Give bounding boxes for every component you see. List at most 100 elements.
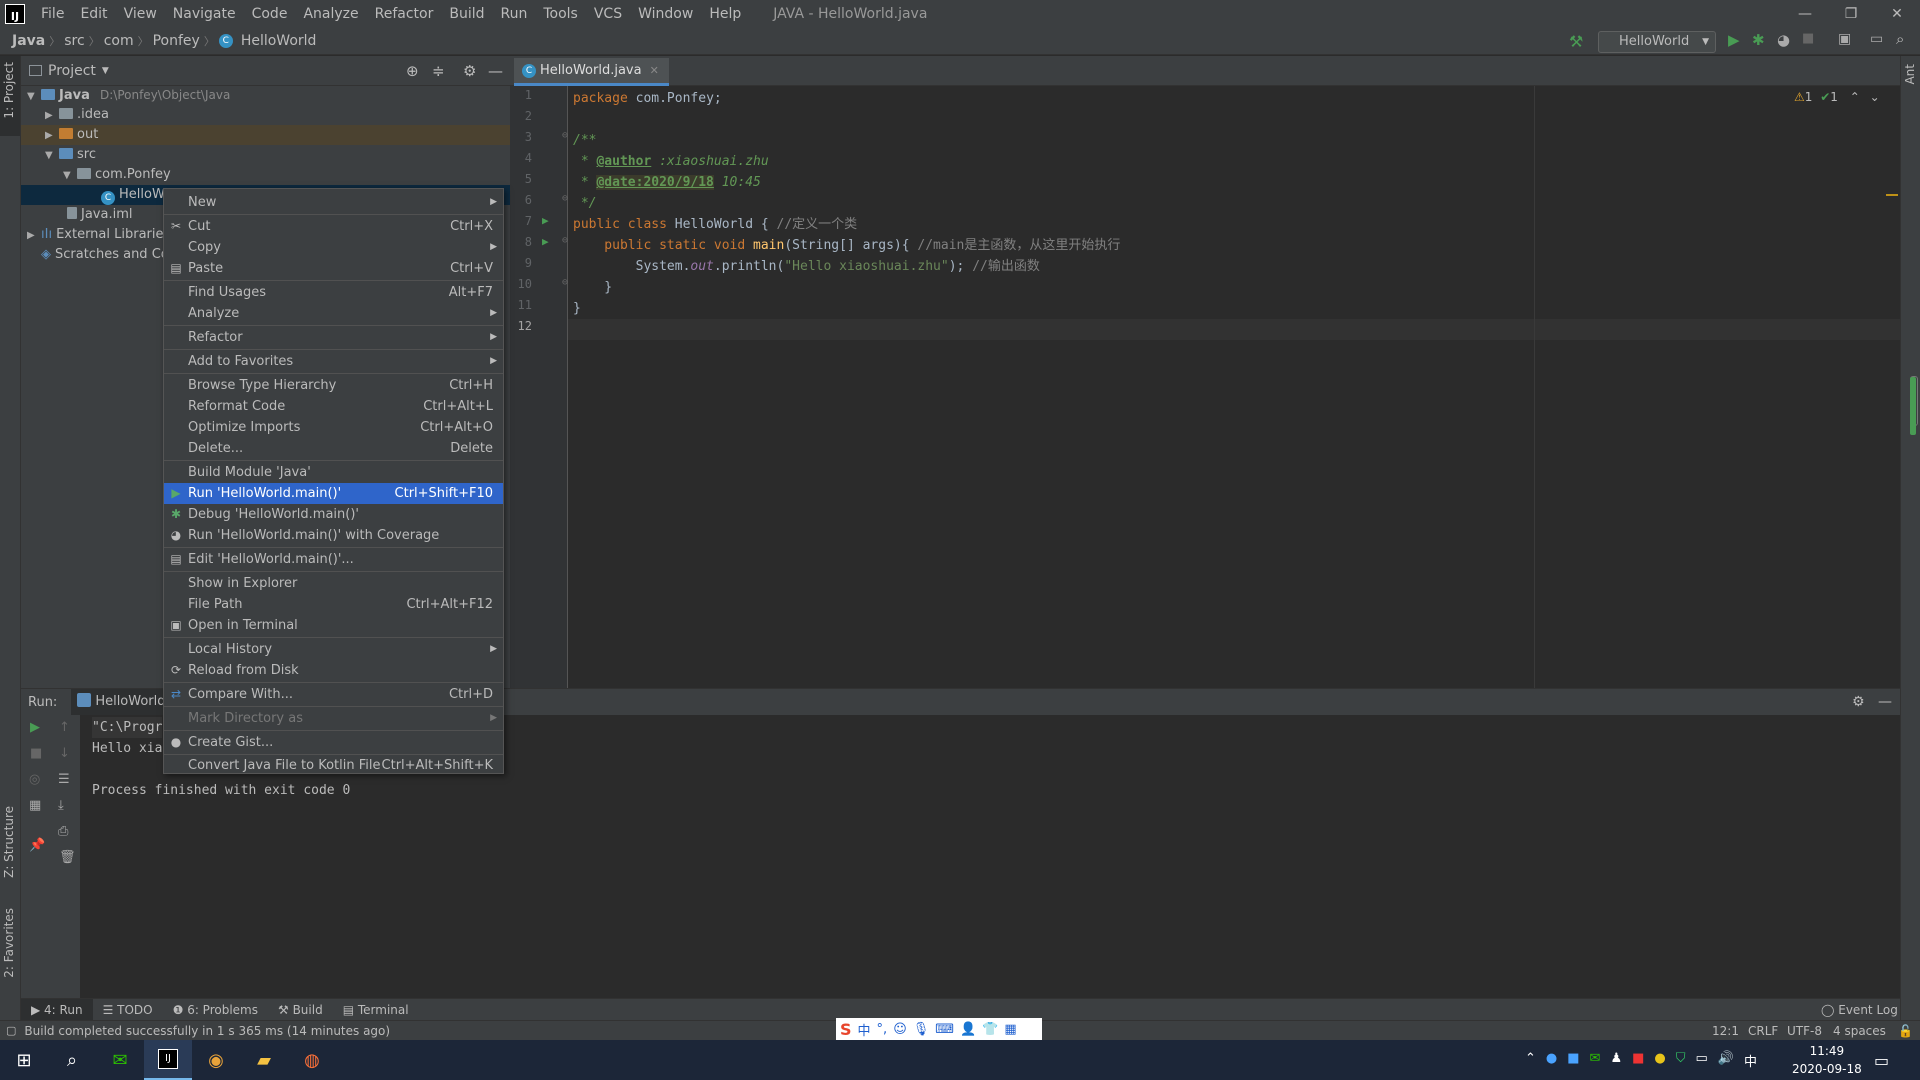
stop-icon[interactable]: ■ [30, 746, 42, 761]
indent-setting[interactable]: 4 spaces [1833, 1024, 1886, 1038]
menu-refactor[interactable]: Refactor [367, 0, 442, 28]
menu-item-new[interactable]: New ▶ [164, 192, 503, 213]
locate-icon[interactable]: ⊕ [406, 62, 419, 80]
bottom-tab-build[interactable]: ⚒ Build [268, 1003, 333, 1017]
tray-app-icon[interactable]: ■ [1567, 1051, 1579, 1070]
punctuation-icon[interactable]: °, [877, 1022, 888, 1037]
code-editor[interactable]: package com.Ponfey; /** * @author :xiaos… [568, 86, 1918, 688]
bottom-tab-run[interactable]: ▶ 4: Run [21, 998, 93, 1021]
layout-icon[interactable]: ▦ [29, 798, 41, 813]
warning-stripe-marker[interactable] [1886, 194, 1898, 196]
run-tab[interactable]: HelloWorld [71, 689, 172, 715]
volume-icon[interactable]: 🔊 [1718, 1051, 1734, 1070]
menu-item-show-in-explorer[interactable]: Show in Explorer [164, 573, 503, 594]
pin-icon[interactable]: 📌 [29, 838, 45, 853]
wechat-tray-icon[interactable]: ✉ [1590, 1051, 1601, 1070]
menu-item-create-gist[interactable]: ● Create Gist... [164, 732, 503, 753]
menu-item-optimize-imports[interactable]: Optimize Imports Ctrl+Alt+O [164, 417, 503, 438]
chevron-up-icon[interactable]: ⌃ [1525, 1051, 1536, 1070]
clock[interactable]: 11:49 2020-09-18 [1792, 1042, 1862, 1078]
run-gutter-icon[interactable]: ▶ [542, 214, 549, 227]
menu-item-local-history[interactable]: Local History ▶ [164, 639, 503, 660]
coverage-icon[interactable]: ◕ [1777, 31, 1790, 49]
wechat-icon[interactable]: ✉ [96, 1040, 144, 1080]
layout-icon[interactable]: ▭ [1870, 31, 1883, 47]
trash-icon[interactable]: 🗑 [59, 850, 76, 865]
menu-item-open-in-terminal[interactable]: ▣ Open in Terminal [164, 615, 503, 636]
menu-run[interactable]: Run [493, 0, 536, 28]
soft-wrap-icon[interactable]: ☰ [58, 772, 70, 787]
menu-item-paste[interactable]: ▤ Paste Ctrl+V [164, 258, 503, 279]
tab-helloworld-java[interactable]: C HelloWorld.java ✕ [514, 58, 669, 86]
menu-item-cut[interactable]: ✂ Cut Ctrl+X [164, 216, 503, 237]
menu-item-run-main[interactable]: ▶ Run 'HelloWorld.main()' Ctrl+Shift+F10 [164, 483, 503, 504]
tree-item-java[interactable]: ▼ Java D:\Ponfey\Object\Java [21, 85, 510, 105]
run-icon[interactable]: ▶ [1728, 31, 1740, 49]
print-icon[interactable]: ⎙ [58, 824, 68, 839]
tray-app-icon[interactable]: ● [1546, 1051, 1557, 1070]
crumb-com[interactable]: com [100, 33, 138, 49]
stop-icon[interactable]: ■ [1802, 31, 1814, 46]
scroll-to-end-icon[interactable]: ⤓ [58, 798, 64, 813]
menu-item-convert-to-kotlin[interactable]: Convert Java File to Kotlin File Ctrl+Alt… [164, 755, 503, 776]
menu-item-add-to-favorites[interactable]: Add to Favorites ▶ [164, 351, 503, 372]
crumb-java[interactable]: Java [0, 33, 49, 49]
ime-language[interactable]: 中 [858, 1020, 871, 1039]
ime-toolbar[interactable]: S 中 °, ☺ 🎙 ⌨ 👤 👕 ▦ [836, 1018, 1042, 1040]
debug-bug-icon[interactable]: ✱ [1752, 31, 1765, 49]
tree-item-out[interactable]: ▶ out [21, 125, 510, 145]
project-title[interactable]: Project [48, 63, 96, 79]
menu-item-file-path[interactable]: File Path Ctrl+Alt+F12 [164, 594, 503, 615]
menu-item-compare-with[interactable]: ⇄ Compare With... Ctrl+D [164, 684, 503, 705]
menu-window[interactable]: Window [630, 0, 701, 28]
input-language[interactable]: 中 [1744, 1051, 1757, 1070]
shield-icon[interactable]: ⛉ [1676, 1051, 1686, 1070]
emoji-icon[interactable]: ☺ [893, 1022, 907, 1037]
file-explorer-icon[interactable]: ▰ [240, 1040, 288, 1080]
status-message[interactable]: Build completed successfully in 1 s 365 … [24, 1024, 390, 1038]
qq-icon[interactable]: ♟ [1610, 1051, 1622, 1070]
grid-icon[interactable]: ▦ [1004, 1022, 1016, 1037]
event-log-button[interactable]: ◯ Event Log [1821, 1003, 1898, 1017]
gear-icon[interactable]: ⚙ [463, 62, 476, 80]
chevron-up-icon[interactable]: ⌃ [1850, 90, 1860, 104]
menu-code[interactable]: Code [244, 0, 296, 28]
menu-file[interactable]: File [33, 0, 72, 28]
collapse-all-icon[interactable]: ≑ [432, 62, 445, 80]
gear-icon[interactable]: ⚙ [1852, 694, 1865, 710]
microphone-icon[interactable]: 🎙 [913, 1022, 930, 1037]
project-structure-icon[interactable]: ▣ [1838, 31, 1851, 47]
menu-view[interactable]: View [116, 0, 165, 28]
crumb-src[interactable]: src [60, 33, 88, 49]
inspection-widget[interactable]: ⚠1 ✔1 ⌃ ⌄ [1794, 90, 1880, 104]
line-separator[interactable]: CRLF [1748, 1024, 1778, 1038]
menu-item-browse-type-hierarchy[interactable]: Browse Type Hierarchy Ctrl+H [164, 375, 503, 396]
tree-item-package[interactable]: ▼ com.Ponfey [21, 165, 510, 185]
windows-start-icon[interactable]: ⊞ [0, 1040, 48, 1080]
menu-item-debug-main[interactable]: ✱ Debug 'HelloWorld.main()' [164, 504, 503, 525]
bottom-tab-problems[interactable]: ❶ 6: Problems [163, 1003, 268, 1017]
menu-item-reload-from-disk[interactable]: ⟳ Reload from Disk [164, 660, 503, 681]
arrow-down-icon[interactable]: ↓ [59, 746, 70, 761]
close-window-button[interactable]: ✕ [1874, 0, 1920, 28]
chevron-down-icon[interactable]: ⌄ [1870, 90, 1880, 104]
bottom-tab-terminal[interactable]: ▤ Terminal [333, 1003, 419, 1017]
status-icon[interactable]: ▢ [6, 1024, 16, 1037]
hide-icon[interactable]: — [1878, 694, 1892, 710]
lock-icon[interactable]: 🔓 [1898, 1024, 1913, 1038]
search-icon[interactable]: ⌕ [48, 1040, 96, 1080]
menu-analyze[interactable]: Analyze [295, 0, 366, 28]
menu-vcs[interactable]: VCS [586, 0, 630, 28]
bottom-tab-todo[interactable]: ☰ TODO [93, 1003, 163, 1017]
caret-position[interactable]: 12:1 [1712, 1024, 1739, 1038]
menu-navigate[interactable]: Navigate [165, 0, 244, 28]
menu-item-reformat-code[interactable]: Reformat Code Ctrl+Alt+L [164, 396, 503, 417]
menu-help[interactable]: Help [701, 0, 749, 28]
restore-button[interactable]: ❐ [1828, 0, 1874, 28]
tree-item-idea[interactable]: ▶ .idea [21, 105, 510, 125]
menu-item-build-module[interactable]: Build Module 'Java' [164, 462, 503, 483]
crumb-helloworld[interactable]: HelloWorld [237, 33, 321, 49]
arrow-up-icon[interactable]: ↑ [59, 720, 70, 735]
network-icon[interactable]: ▭ [1696, 1051, 1708, 1070]
notification-icon[interactable]: ▭ [1874, 1051, 1889, 1070]
